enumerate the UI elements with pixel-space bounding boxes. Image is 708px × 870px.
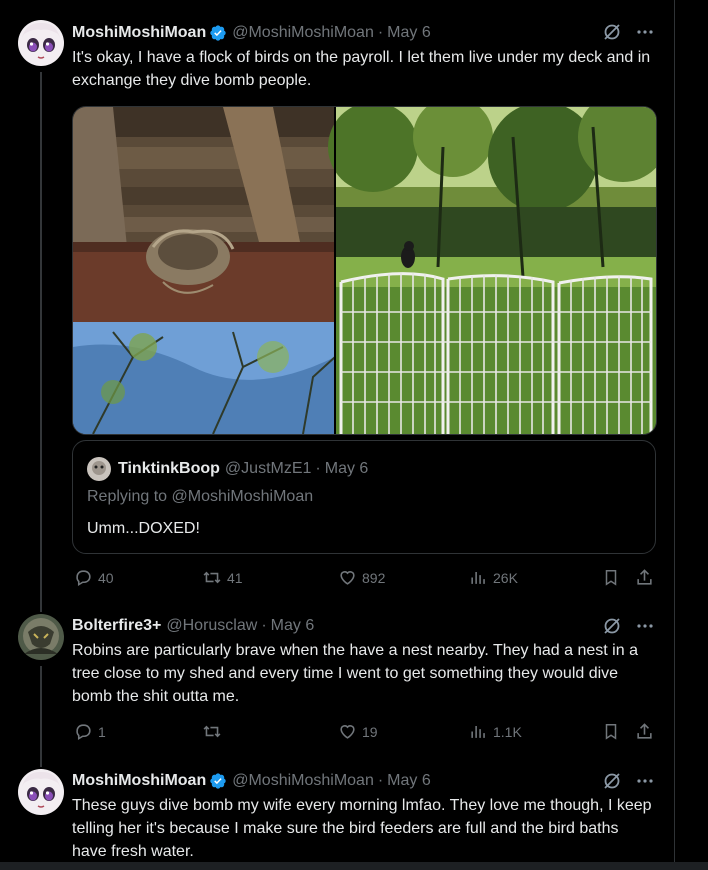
- action-bar: 40 41 892 26K: [72, 568, 657, 590]
- reply-button[interactable]: 40: [74, 568, 114, 587]
- quote-text: Umm...DOXED!: [87, 520, 200, 537]
- replying-to[interactable]: Replying to @MoshiMoshiMoan: [87, 488, 313, 506]
- timestamp[interactable]: May 6: [325, 460, 369, 478]
- views-icon: [471, 725, 485, 738]
- views-count: 26K: [493, 569, 518, 586]
- repost-count: 41: [227, 569, 243, 586]
- display-name[interactable]: MoshiMoshiMoan: [72, 24, 206, 42]
- display-name[interactable]: TinktinkBoop: [118, 460, 220, 478]
- like-count: 892: [362, 569, 386, 586]
- tweet-text: These guys dive bomb my wife every morni…: [72, 797, 652, 860]
- tweet-text: Robins are particularly brave when the h…: [72, 642, 638, 705]
- bookmark-icon: [605, 570, 617, 586]
- reply-button[interactable]: 1: [74, 722, 106, 741]
- repost-button[interactable]: 41: [202, 568, 243, 587]
- tweet-header: Bolterfire3+ @Horusclaw · May 6: [72, 616, 314, 636]
- share-button[interactable]: [635, 722, 654, 741]
- thread-line: [40, 600, 42, 612]
- top-actions: [602, 771, 654, 796]
- avatar[interactable]: [18, 769, 64, 815]
- bookmark-button[interactable]: [602, 722, 620, 741]
- like-button[interactable]: 19: [338, 722, 378, 741]
- column-border: [674, 0, 675, 870]
- reply-icon: [76, 724, 91, 741]
- timeline-column: MoshiMoshiMoan @MoshiMoshiMoan · May 6 I…: [0, 0, 674, 870]
- share-icon: [637, 569, 652, 585]
- verified-badge-icon: [209, 24, 227, 42]
- like-icon: [340, 725, 355, 739]
- thread-line: [40, 666, 42, 750]
- reply-count: 1: [98, 723, 106, 740]
- reply-count: 40: [98, 569, 114, 586]
- tweet[interactable]: MoshiMoshiMoan @MoshiMoshiMoan · May 6 I…: [0, 0, 674, 600]
- avatar[interactable]: [18, 20, 64, 66]
- quote-header: TinktinkBoop @JustMzE1 · May 6: [87, 457, 368, 481]
- like-icon: [340, 571, 355, 585]
- share-icon: [637, 723, 652, 739]
- views-button[interactable]: 1.1K: [469, 722, 522, 741]
- separator: ·: [377, 24, 384, 41]
- repost-icon: [203, 571, 221, 584]
- thread-line: [40, 72, 42, 600]
- handle[interactable]: @MoshiMoshiMoan: [232, 772, 374, 790]
- grok-icon[interactable]: [602, 616, 622, 641]
- more-icon[interactable]: [636, 617, 654, 640]
- handle[interactable]: @MoshiMoshiMoan: [232, 24, 374, 42]
- tweet-text: It's okay, I have a flock of birds on th…: [72, 49, 651, 89]
- action-bar: 1 19 1.1K: [72, 722, 657, 744]
- views-icon: [471, 571, 485, 584]
- tweet[interactable]: Bolterfire3+ @Horusclaw · May 6 Robins a…: [0, 600, 674, 750]
- bookmark-button[interactable]: [602, 568, 620, 587]
- like-count: 19: [362, 723, 378, 740]
- repost-icon: [203, 725, 221, 738]
- views-button[interactable]: 26K: [469, 568, 518, 587]
- views-count: 1.1K: [493, 723, 522, 740]
- display-name[interactable]: Bolterfire3+: [72, 617, 161, 635]
- photo-grid: [73, 107, 656, 434]
- avatar[interactable]: [87, 457, 111, 481]
- reply-icon: [76, 570, 91, 587]
- tweet-header: MoshiMoshiMoan @MoshiMoshiMoan · May 6: [72, 771, 431, 791]
- more-icon[interactable]: [636, 772, 654, 795]
- separator: ·: [377, 772, 384, 789]
- tweet-media[interactable]: [72, 106, 657, 435]
- handle[interactable]: @JustMzE1: [225, 460, 311, 478]
- thread-line: [40, 750, 42, 767]
- like-button[interactable]: 892: [338, 568, 385, 587]
- tweet[interactable]: MoshiMoshiMoan @MoshiMoshiMoan · May 6 T…: [0, 750, 674, 862]
- separator: ·: [261, 617, 267, 634]
- verified-badge-icon: [209, 772, 227, 790]
- handle[interactable]: @Horusclaw: [166, 617, 257, 635]
- share-button[interactable]: [635, 568, 654, 587]
- timestamp[interactable]: May 6: [271, 617, 315, 635]
- timestamp[interactable]: May 6: [387, 24, 431, 42]
- tweet-header: MoshiMoshiMoan @MoshiMoshiMoan · May 6: [72, 23, 431, 43]
- top-actions: [602, 616, 654, 641]
- grok-icon[interactable]: [602, 771, 622, 796]
- separator: ·: [315, 460, 321, 477]
- grok-icon[interactable]: [602, 22, 622, 47]
- bookmark-icon: [605, 724, 617, 740]
- more-icon[interactable]: [636, 23, 654, 46]
- quoted-tweet[interactable]: TinktinkBoop @JustMzE1 · May 6 Replying …: [72, 440, 656, 554]
- repost-button[interactable]: [202, 722, 227, 741]
- top-actions: [602, 22, 654, 47]
- bottom-scrollbar[interactable]: [0, 862, 708, 870]
- avatar[interactable]: [18, 614, 64, 660]
- display-name[interactable]: MoshiMoshiMoan: [72, 772, 206, 790]
- timestamp[interactable]: May 6: [387, 772, 431, 790]
